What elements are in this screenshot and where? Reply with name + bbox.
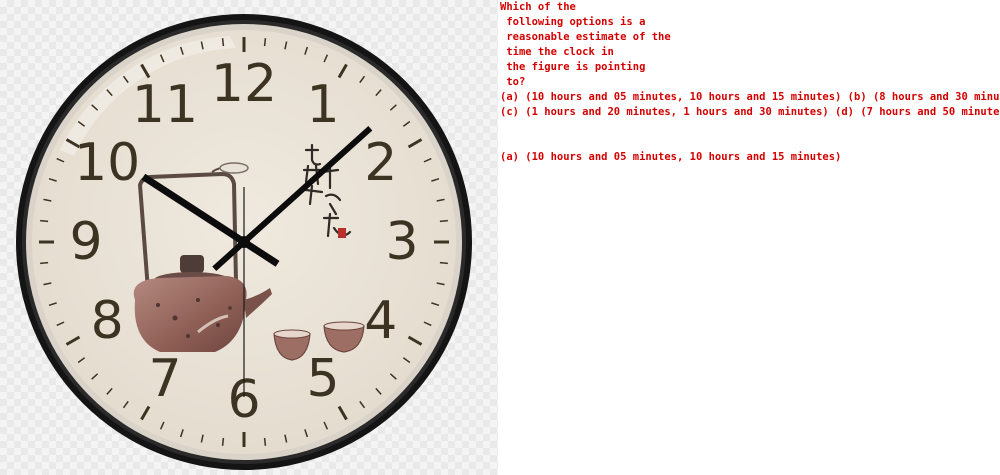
options-line-ab: (a) (10 hours and 05 minutes, 10 hours a… (500, 91, 1000, 103)
numeral-12: 12 (211, 54, 277, 114)
center-cap (238, 236, 250, 248)
minute-tick (221, 437, 225, 446)
numeral-1: 1 (306, 75, 339, 135)
wall-clock: 12 1234567891011 (16, 14, 472, 470)
numeral-4: 4 (364, 291, 397, 351)
question-line: to? (500, 76, 526, 88)
clock-image: 12 1 2 3 4 5 6 7 8 9 10 11 (0, 0, 498, 475)
question-line: Which of the (500, 1, 576, 13)
numeral-2: 2 (364, 133, 397, 193)
answer-line: (a) (10 hours and 05 minutes, 10 hours a… (500, 151, 842, 163)
numeral-8: 8 (91, 291, 124, 351)
numeral-11: 11 (132, 75, 198, 135)
minute-tick (439, 219, 448, 223)
question-panel: Which of the following options is a reas… (500, 0, 1000, 475)
minute-tick (263, 38, 267, 47)
numeral-5: 5 (306, 349, 339, 409)
numeral-7: 7 (148, 349, 181, 409)
question-line: following options is a (500, 16, 646, 28)
minute-tick (439, 261, 448, 265)
numeral-10: 10 (74, 133, 140, 193)
numeral-3: 3 (385, 212, 418, 272)
numeral-9: 9 (69, 212, 102, 272)
minute-tick (40, 261, 49, 265)
minute-tick (221, 38, 225, 47)
question-line: the figure is pointing (500, 61, 646, 73)
minute-tick (40, 219, 49, 223)
question-line: time the clock in (500, 46, 614, 58)
options-line-cd: (c) (1 hours and 20 minutes, 1 hours and… (500, 106, 1000, 118)
question-line: reasonable estimate of the (500, 31, 671, 43)
minute-tick (263, 437, 267, 446)
